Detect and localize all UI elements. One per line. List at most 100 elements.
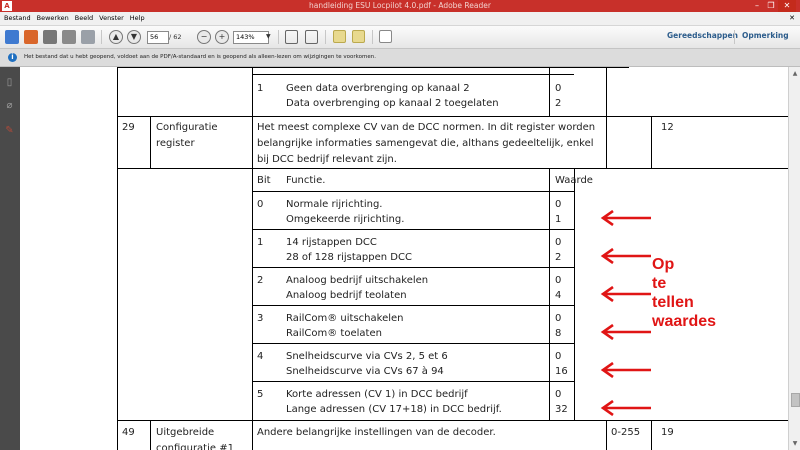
annotation-line: tellen xyxy=(652,294,694,311)
menu-bar: Bestand Bewerken Beeld Venster Help ✕ xyxy=(0,12,800,26)
save-icon[interactable] xyxy=(43,30,57,44)
scroll-down-icon[interactable]: ▼ xyxy=(791,440,799,447)
value-text: 0 xyxy=(555,351,562,362)
function-text: Geen data overbrenging op kanaal 2 xyxy=(286,83,470,94)
table-line xyxy=(150,420,151,450)
table-line xyxy=(150,116,151,168)
function-text: Snelheidscurve via CVs 2, 5 et 6 xyxy=(286,351,448,362)
fit-page-icon[interactable] xyxy=(285,30,298,44)
annotation-line: Op xyxy=(652,256,675,273)
sticky-note-icon[interactable] xyxy=(333,30,346,43)
page-total: / 62 xyxy=(169,33,182,41)
toolbar: ▲ ▼ 56 / 62 − + 143% ▼ Gereedschappen Op… xyxy=(0,26,800,49)
table-line xyxy=(549,67,550,116)
table-line xyxy=(651,116,652,168)
expand-icon[interactable] xyxy=(379,30,392,43)
annotation-text: Op te tellen waardes xyxy=(652,255,716,331)
cv-description: Het meest complexe CV van de DCC normen.… xyxy=(257,122,596,133)
zoom-select[interactable]: 143% xyxy=(233,31,269,44)
annotation-arrow xyxy=(600,248,651,264)
zoom-out-icon[interactable]: − xyxy=(197,30,211,44)
cv-default: 12 xyxy=(661,122,674,133)
value-text: 0 xyxy=(555,313,562,324)
attachments-icon[interactable]: ⌀ xyxy=(4,100,15,111)
restore-icon[interactable]: ❐ xyxy=(764,0,778,12)
scrollbar-thumb[interactable] xyxy=(791,393,800,407)
create-pdf-icon[interactable] xyxy=(24,30,38,44)
table-line xyxy=(117,67,629,68)
annotation-arrow xyxy=(600,324,651,340)
table-line xyxy=(117,67,118,450)
function-text: 28 of 128 rijstappen DCC xyxy=(286,252,412,263)
annotation-arrow xyxy=(600,362,651,378)
annotation-arrow xyxy=(600,286,651,302)
function-text: Lange adressen (CV 17+18) in DCC bedrijf… xyxy=(286,404,502,415)
window-title: handleiding ESU Locpilot 4.0.pdf - Adobe… xyxy=(309,1,491,10)
table-line xyxy=(252,229,574,230)
email-icon[interactable] xyxy=(81,30,95,44)
cv-default: 19 xyxy=(661,427,674,438)
zoom-in-icon[interactable]: + xyxy=(215,30,229,44)
function-text: Analoog bedrijf uitschakelen xyxy=(286,275,429,286)
annotation-line: te xyxy=(652,275,667,292)
function-text: RailCom® toelaten xyxy=(286,328,382,339)
info-message: Het bestand dat u hebt geopend, voldoet … xyxy=(24,54,376,60)
print-icon[interactable] xyxy=(62,30,76,44)
menu-beeld[interactable]: Beeld xyxy=(75,14,93,22)
comment-button[interactable]: Opmerking xyxy=(742,31,789,40)
table-line xyxy=(117,420,788,421)
value-text: 4 xyxy=(555,290,562,301)
page-thumbnails-icon[interactable]: ▯ xyxy=(4,77,15,88)
previous-page-icon[interactable]: ▲ xyxy=(109,30,123,44)
function-text: RailCom® uitschakelen xyxy=(286,313,404,324)
page-number-input[interactable]: 56 xyxy=(147,31,169,44)
table-line xyxy=(117,168,788,169)
toolbar-divider xyxy=(734,30,735,44)
table-line xyxy=(252,74,574,75)
toolbar-divider xyxy=(101,30,102,44)
open-icon[interactable] xyxy=(5,30,19,44)
value-text: 2 xyxy=(555,98,562,109)
pdfa-info-bar: i Het bestand dat u hebt geopend, voldoe… xyxy=(0,49,800,67)
bit-number: 5 xyxy=(257,389,264,400)
table-line xyxy=(117,116,788,117)
cv-name: register xyxy=(156,138,195,149)
function-text: Data overbrenging op kanaal 2 toegelaten xyxy=(286,98,499,109)
cv-description: belangrijke informaties samengevat die, … xyxy=(257,138,594,149)
scroll-up-icon[interactable]: ▲ xyxy=(791,70,799,77)
function-text: Korte adressen (CV 1) in DCC bedrijf xyxy=(286,389,468,400)
value-text: 0 xyxy=(555,275,562,286)
menu-bewerken[interactable]: Bewerken xyxy=(37,14,69,22)
title-bar: A handleiding ESU Locpilot 4.0.pdf - Ado… xyxy=(0,0,800,12)
table-line xyxy=(574,168,575,420)
menu-help[interactable]: Help xyxy=(130,14,145,22)
menu-venster[interactable]: Venster xyxy=(99,14,124,22)
menu-bestand[interactable]: Bestand xyxy=(4,14,31,22)
minimize-icon[interactable]: – xyxy=(750,0,764,12)
table-line xyxy=(252,267,574,268)
value-text: 2 xyxy=(555,252,562,263)
fit-width-icon[interactable] xyxy=(305,30,318,44)
table-line xyxy=(252,381,574,382)
cv-number: 29 xyxy=(122,122,135,133)
table-line xyxy=(549,168,550,420)
value-text: 1 xyxy=(555,214,562,225)
table-line xyxy=(252,305,574,306)
close-icon[interactable]: ✕ xyxy=(778,0,796,12)
document-close-icon[interactable]: ✕ xyxy=(789,12,795,25)
zoom-dropdown-icon[interactable]: ▼ xyxy=(266,30,271,44)
value-text: 0 xyxy=(555,83,562,94)
value-text: 32 xyxy=(555,404,568,415)
highlight-icon[interactable] xyxy=(352,30,365,43)
vertical-scrollbar[interactable]: ▲ ▼ xyxy=(788,67,800,450)
annotation-arrow xyxy=(600,400,651,416)
table-line xyxy=(252,116,253,168)
tools-button[interactable]: Gereedschappen xyxy=(667,31,738,40)
table-line xyxy=(606,420,607,450)
navigation-pane: ▯ ⌀ ✎ xyxy=(0,67,20,450)
signatures-icon[interactable]: ✎ xyxy=(4,125,15,136)
next-page-icon[interactable]: ▼ xyxy=(127,30,141,44)
table-line xyxy=(606,67,607,168)
toolbar-divider xyxy=(278,30,279,44)
toolbar-divider xyxy=(372,30,373,44)
